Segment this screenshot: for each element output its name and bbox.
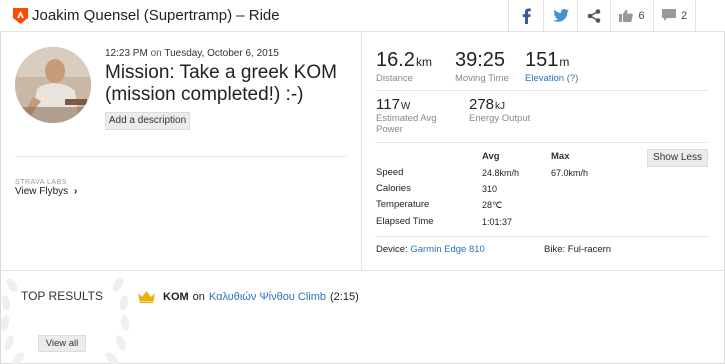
top-results-section: TOP RESULTS View all KOM on Καλυθιών Ψίν…	[0, 270, 725, 364]
elevation-number: 151	[525, 49, 559, 71]
thumbs-up-icon	[619, 9, 634, 22]
calories-avg: 310	[482, 184, 498, 194]
header-spacer	[695, 0, 725, 31]
elevation-value: 151m	[525, 49, 569, 72]
power-value: 117W	[376, 96, 410, 113]
activity-name: Mission: Take a greek KOM (mission compl…	[105, 62, 337, 105]
comment-icon	[661, 9, 676, 21]
view-flybys-link[interactable]: View Flybys ›	[15, 186, 77, 197]
max-column-header: Max	[551, 151, 570, 162]
bike-info: Bike: Ful-racern	[544, 244, 611, 255]
achievement-type: KOM	[163, 291, 189, 303]
energy-unit: kJ	[495, 101, 506, 112]
distance-number: 16.2	[376, 49, 415, 71]
divider	[375, 90, 708, 91]
elevation-unit: m	[559, 55, 570, 69]
moving-time-label: Moving Time	[455, 73, 509, 84]
elapsed-time-label: Elapsed Time	[376, 216, 434, 227]
crown-icon	[138, 291, 155, 303]
speed-max: 67.0km/h	[551, 168, 589, 178]
power-label: Estimated Avg Power	[376, 113, 437, 135]
comment-count: 2	[680, 9, 688, 22]
athlete-photo	[15, 47, 91, 123]
bike-label: Bike:	[544, 244, 566, 255]
divider	[375, 236, 708, 237]
twitter-icon	[552, 9, 569, 22]
segment-time: (2:15)	[330, 291, 359, 303]
moving-time-value: 39:25	[455, 49, 506, 71]
achievement-on-label: on	[192, 291, 205, 303]
activity-stats: 16.2km Distance 39:25 Moving Time 151m E…	[362, 32, 725, 270]
add-description-button[interactable]: Add a description	[105, 112, 190, 130]
activity-header: Joakim Quensel (Supertramp) – Ride 6 2	[0, 0, 725, 32]
energy-label: Energy Output	[469, 113, 531, 124]
elapsed-time-avg: 1:01:37	[482, 217, 513, 227]
chevron-right-icon: ›	[73, 186, 78, 197]
calories-label: Calories	[376, 183, 411, 194]
activity-summary: 12:23 PM on Tuesday, October 6, 2015 Mis…	[0, 32, 362, 270]
kudos-button[interactable]: 6	[610, 0, 653, 31]
activity-date: 12:23 PM on Tuesday, October 6, 2015	[105, 48, 279, 59]
ride-sport-icon	[13, 8, 28, 24]
energy-value: 278kJ	[469, 96, 505, 113]
distance-value: 16.2km	[376, 49, 432, 72]
achievement-item: KOM on Καλυθιών Ψίνθου Climb (2:15)	[138, 291, 359, 303]
elevation-help-link[interactable]: Elevation (?)	[525, 73, 578, 84]
distance-unit: km	[415, 55, 432, 69]
energy-number: 278	[469, 96, 495, 113]
power-unit: W	[400, 101, 411, 112]
avg-column-header: Avg	[482, 151, 500, 162]
device-info: Device: Garmin Edge 810	[376, 244, 485, 255]
date-on-label: on	[150, 48, 162, 59]
top-results-heading: TOP RESULTS	[20, 289, 104, 303]
speed-avg: 24.8km/h	[482, 168, 520, 178]
share-icon	[587, 8, 601, 23]
activity-date-value: Tuesday, October 6, 2015	[164, 48, 279, 59]
share-button[interactable]	[577, 0, 610, 31]
bike-value: Ful-racern	[567, 244, 612, 255]
show-less-button[interactable]: Show Less	[647, 149, 708, 167]
strava-labs-label: STRAVA LABS	[15, 179, 67, 186]
divider	[15, 156, 347, 157]
activity-title: Joakim Quensel (Supertramp) – Ride	[32, 7, 280, 24]
comments-button[interactable]: 2	[653, 0, 695, 31]
activity-time: 12:23 PM	[105, 48, 148, 59]
power-number: 117	[376, 96, 400, 113]
facebook-share-button[interactable]	[508, 0, 543, 31]
view-flybys-label: View Flybys	[15, 186, 69, 197]
segment-link[interactable]: Καλυθιών Ψίνθου Climb	[209, 291, 326, 303]
facebook-icon	[522, 8, 531, 24]
divider	[375, 142, 708, 143]
temperature-avg: 28℃	[482, 200, 503, 210]
athlete-avatar[interactable]	[15, 47, 91, 123]
device-link[interactable]: Garmin Edge 810	[410, 244, 484, 255]
kudos-count: 6	[638, 9, 645, 22]
temperature-label: Temperature	[376, 199, 430, 210]
twitter-share-button[interactable]	[543, 0, 577, 31]
distance-label: Distance	[376, 73, 413, 84]
view-all-button[interactable]: View all	[38, 335, 86, 352]
device-label: Device:	[376, 244, 408, 255]
speed-label: Speed	[376, 167, 404, 178]
